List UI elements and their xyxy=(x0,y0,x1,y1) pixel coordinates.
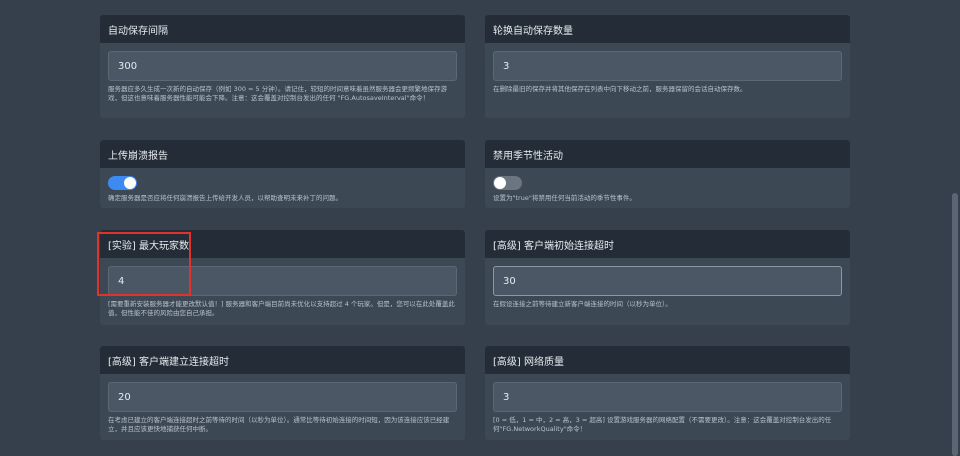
client-connection-timeout-card: [高级] 客户端建立连接超时 20 在考虑已建立的客户端连接超时之前等待的时间（… xyxy=(100,346,465,440)
network-quality-input[interactable]: 3 xyxy=(493,382,842,412)
disable-seasonal-events-card: 禁用季节性活动 设置为"true"将禁用任何当前活动的季节性事件。 xyxy=(485,140,850,208)
card-description: [0 = 低，1 = 中，2 = 高，3 = 超高] 设置游戏服务器的网络配置（… xyxy=(493,416,832,433)
card-description: 确定服务器是否应将任何崩溃报告上传给开发人员，以帮助查明未来补丁的问题。 xyxy=(108,194,342,202)
toggle-knob xyxy=(494,177,506,189)
client-initial-timeout-card: [高级] 客户端初始连接超时 30 在假设连接之前等待建立新客户端连接的时间（以… xyxy=(485,230,850,325)
card-title: [高级] 客户端初始连接超时 xyxy=(485,230,850,258)
card-title: [高级] 网络质量 xyxy=(485,346,850,374)
max-players-card: [实验] 最大玩家数 4 [需要重新安装服务器才能更改默认值！] 服务器和客户端… xyxy=(100,230,465,325)
card-description: 在考虑已建立的客户端连接超时之前等待的时间（以秒为单位）。通常比等待初始连接的时… xyxy=(108,416,450,433)
toggle-knob xyxy=(124,177,136,189)
autosave-interval-input[interactable]: 300 xyxy=(108,51,457,81)
card-title: 上传崩溃报告 xyxy=(100,140,465,168)
card-description: 在假设连接之前等待建立新客户端连接的时间（以秒为单位）。 xyxy=(493,300,672,308)
card-description: [需要重新安装服务器才能更改默认值！] 服务器和客户端目前尚未优化以支持超过 4… xyxy=(108,300,455,317)
client-initial-timeout-input[interactable]: 30 xyxy=(493,266,842,296)
card-title: [实验] 最大玩家数 xyxy=(100,230,465,258)
card-title: 自动保存间隔 xyxy=(100,15,465,43)
max-players-input[interactable]: 4 xyxy=(108,266,457,296)
card-title: 轮换自动保存数量 xyxy=(485,15,850,43)
upload-crash-reports-toggle[interactable] xyxy=(108,176,137,190)
card-description: 在删除最旧的保存并将其他保存在列表中向下移动之前，服务器保留的会话自动保存数。 xyxy=(493,85,747,93)
card-title: [高级] 客户端建立连接超时 xyxy=(100,346,465,374)
upload-crash-reports-card: 上传崩溃报告 确定服务器是否应将任何崩溃报告上传给开发人员，以帮助查明未来补丁的… xyxy=(100,140,465,208)
disable-seasonal-events-toggle[interactable] xyxy=(493,176,522,190)
card-description: 服务器应多久生成一次新的自动保存（例如 300 = 5 分钟）。请记住，较短的时… xyxy=(108,85,448,102)
autosave-rotation-input[interactable]: 3 xyxy=(493,51,842,81)
autosave-rotation-card: 轮换自动保存数量 3 在删除最旧的保存并将其他保存在列表中向下移动之前，服务器保… xyxy=(485,15,850,118)
card-title: 禁用季节性活动 xyxy=(485,140,850,168)
client-connection-timeout-input[interactable]: 20 xyxy=(108,382,457,412)
card-description: 设置为"true"将禁用任何当前活动的季节性事件。 xyxy=(493,194,636,202)
network-quality-card: [高级] 网络质量 3 [0 = 低，1 = 中，2 = 高，3 = 超高] 设… xyxy=(485,346,850,440)
autosave-interval-card: 自动保存间隔 300 服务器应多久生成一次新的自动保存（例如 300 = 5 分… xyxy=(100,15,465,118)
scrollbar[interactable] xyxy=(950,0,960,456)
scrollbar-thumb[interactable] xyxy=(952,193,958,456)
